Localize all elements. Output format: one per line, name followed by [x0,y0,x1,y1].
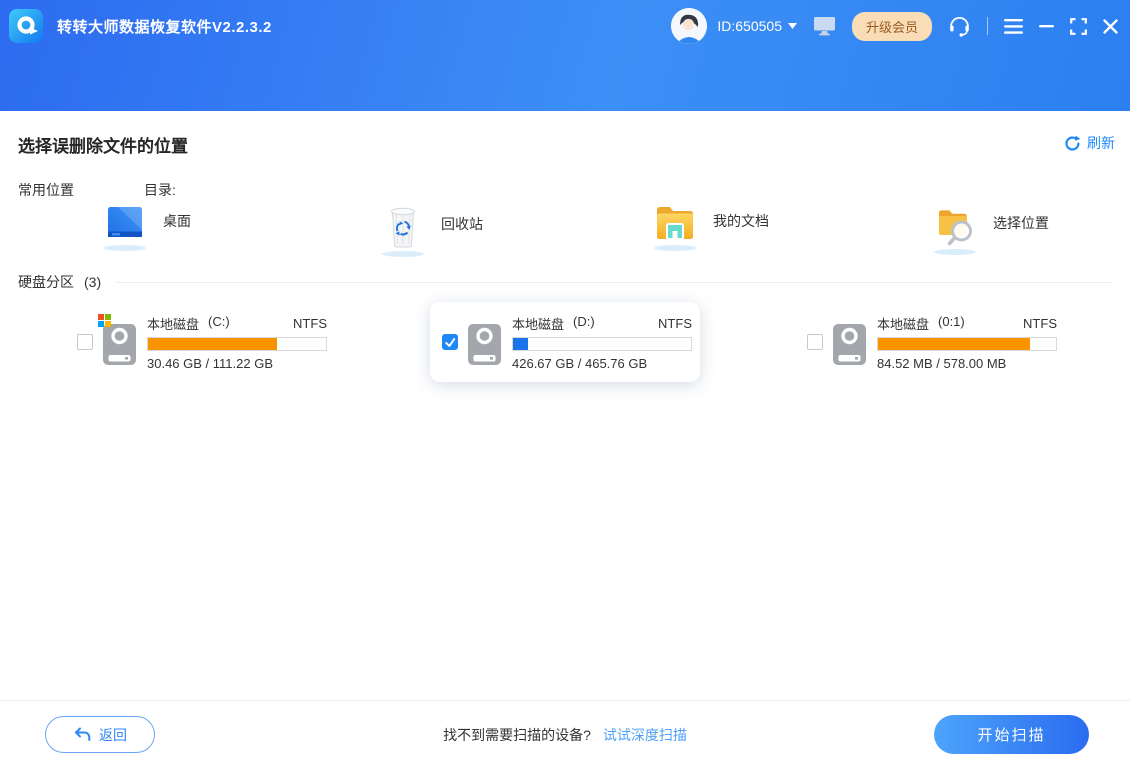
chevron-down-icon [788,23,797,29]
disk-label: 本地磁盘 [512,314,564,333]
disk-usage-text: 84.52 MB / 578.00 MB [877,356,1006,371]
section-labels: 常用位置 目录: [18,180,176,200]
my-documents-icon [654,204,696,251]
user-avatar[interactable] [671,8,707,44]
disk-drive-letter: (0:1) [938,314,965,333]
back-button[interactable]: 返回 [45,716,155,753]
disk-usage-text: 426.67 GB / 465.76 GB [512,356,647,371]
drive-icon [467,318,503,366]
disk-drive-letter: (D:) [573,314,595,333]
footer-hint: 找不到需要扫描的设备? 试试深度扫描 [443,725,687,745]
disk-usage-bar [877,337,1057,351]
refresh-button[interactable]: 刷新 [1064,133,1115,153]
disk-filesystem: NTFS [1023,316,1057,331]
page-title: 选择误删除文件的位置 [18,132,188,157]
icon-shadow [382,251,424,257]
location-desktop[interactable]: 桌面 [104,204,191,251]
disk-label: 本地磁盘 [147,314,199,333]
disk-label: 本地磁盘 [877,314,929,333]
header-bar: 转转大师数据恢复软件V2.2.3.2 ID:650505 [0,0,1130,111]
disk-filesystem: NTFS [658,316,692,331]
upgrade-member-button[interactable]: 升级会员 [852,12,932,41]
hint-text: 找不到需要扫描的设备? [443,725,591,745]
maximize-icon[interactable] [1070,18,1087,35]
disk-usage-bar-fill [148,338,277,350]
disk-usage-bar [512,337,692,351]
disk-usage-text: 30.46 GB / 111.22 GB [147,356,273,371]
app-title: 转转大师数据恢复软件V2.2.3.2 [57,16,272,37]
partitions-label: 硬盘分区 [18,272,74,292]
location-recycle-bin[interactable]: 回收站 [382,204,483,257]
titlebar-divider [987,17,988,35]
location-my-documents[interactable]: 我的文档 [654,204,769,251]
titlebar: 转转大师数据恢复软件V2.2.3.2 ID:650505 [0,0,1130,52]
display-icon[interactable] [813,16,836,36]
disk-drive-letter: (C:) [208,314,230,333]
partitions-count: (3) [84,274,101,290]
disk-checkbox[interactable] [77,334,93,350]
disk-usage-bar-fill [878,338,1030,350]
location-label: 我的文档 [713,211,769,245]
icon-shadow [934,249,976,255]
menu-icon[interactable] [1004,19,1023,34]
app-logo-icon [8,8,44,44]
disk-usage-bar-fill [513,338,528,350]
location-label: 回收站 [441,214,483,248]
partitions-divider [115,282,1112,283]
minimize-icon[interactable] [1039,25,1054,28]
disk-checkbox[interactable] [807,334,823,350]
user-id: ID:650505 [717,18,782,34]
customer-support-icon[interactable] [948,15,971,38]
recycle-bin-icon [382,204,424,257]
disk-info: 本地磁盘 (D:) NTFS 426.67 GB / 465.76 GB [512,314,692,371]
start-scan-button[interactable]: 开始扫描 [934,715,1089,754]
disk-card-0-1[interactable]: 本地磁盘 (0:1) NTFS 84.52 MB / 578.00 MB [795,302,1065,382]
deep-scan-link[interactable]: 试试深度扫描 [603,725,687,745]
disk-filesystem: NTFS [293,316,327,331]
windows-logo-icon [98,314,111,327]
disk-info: 本地磁盘 (C:) NTFS 30.46 GB / 111.22 GB [147,314,327,371]
partitions-header: 硬盘分区 (3) [18,272,1112,292]
undo-arrow-icon [73,726,91,743]
desktop-icon [104,204,146,251]
disk-card-d[interactable]: 本地磁盘 (D:) NTFS 426.67 GB / 465.76 GB [430,302,700,382]
drive-icon [832,318,868,366]
refresh-icon [1064,135,1081,152]
choose-location-icon [934,204,976,255]
titlebar-controls: ID:650505 升级会员 [671,0,1118,52]
check-icon [444,337,456,348]
disk-usage-bar [147,337,327,351]
close-icon[interactable] [1103,19,1118,34]
location-label: 桌面 [163,211,191,245]
main-content: 选择误删除文件的位置 刷新 常用位置 目录: 桌面 [0,111,1130,700]
icon-shadow [104,245,146,251]
drive-icon [102,318,138,366]
disk-checkbox[interactable] [442,334,458,350]
common-locations-label: 常用位置 [18,180,74,200]
refresh-label: 刷新 [1087,133,1115,153]
user-id-dropdown[interactable]: ID:650505 [717,18,797,34]
directory-label: 目录: [144,180,176,200]
disk-info: 本地磁盘 (0:1) NTFS 84.52 MB / 578.00 MB [877,314,1057,371]
location-choose[interactable]: 选择位置 [934,204,1049,255]
footer-bar: 返回 找不到需要扫描的设备? 试试深度扫描 开始扫描 [0,700,1130,767]
disk-card-c[interactable]: 本地磁盘 (C:) NTFS 30.46 GB / 111.22 GB [65,302,335,382]
back-label: 返回 [99,725,127,745]
icon-shadow [654,245,696,251]
location-label: 选择位置 [993,213,1049,247]
